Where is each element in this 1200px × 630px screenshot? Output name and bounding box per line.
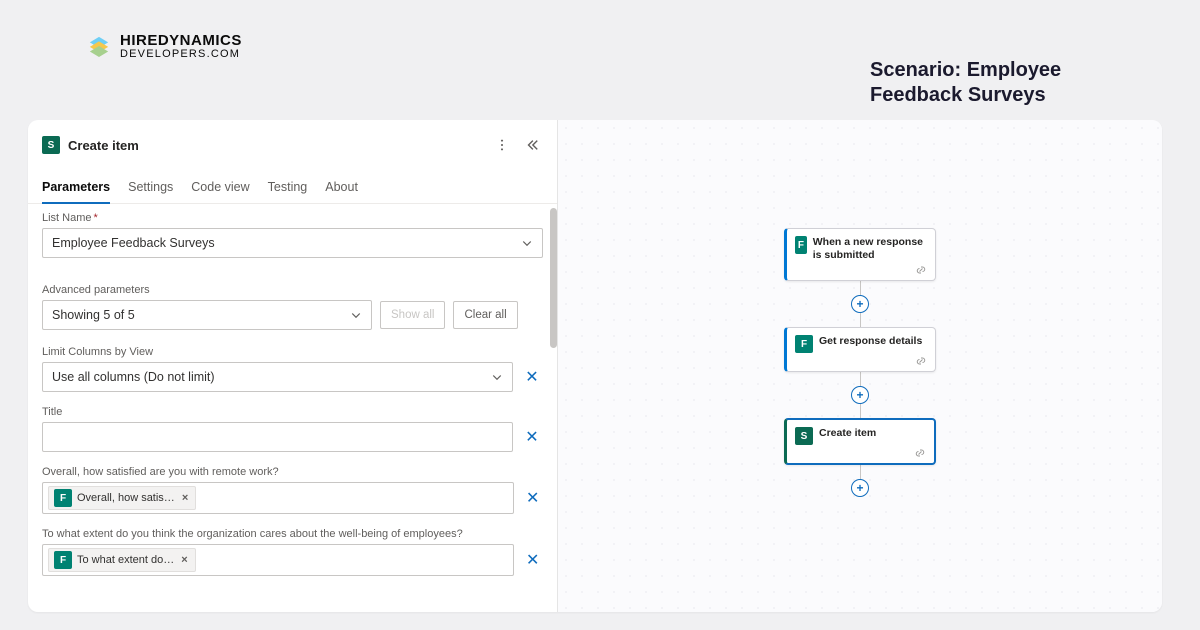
forms-icon: F [795, 335, 813, 353]
flow-connector [860, 404, 861, 418]
tab-testing[interactable]: Testing [268, 174, 308, 203]
chevron-down-icon [491, 371, 503, 383]
q2-label: To what extent do you think the organiza… [42, 528, 543, 540]
app-surface: S Create item Parameters Settings Code v… [28, 120, 1162, 612]
advanced-params-value: Showing 5 of 5 [52, 308, 135, 322]
add-step-button[interactable]: + [851, 295, 869, 313]
flow-node-trigger[interactable]: F When a new response is submitted [784, 228, 936, 281]
tab-settings[interactable]: Settings [128, 174, 173, 203]
panel-header: S Create item [28, 120, 557, 166]
collapse-panel-button[interactable] [521, 134, 543, 156]
list-name-value: Employee Feedback Surveys [52, 236, 215, 250]
flow-node-get-response-title: Get response details [819, 335, 922, 348]
forms-icon: F [54, 489, 72, 507]
brand-logo-icon [88, 35, 110, 57]
flow-connector [860, 313, 861, 327]
more-menu-button[interactable] [491, 134, 513, 156]
panel-body: List Name* Employee Feedback Surveys Adv… [28, 204, 557, 612]
tab-about[interactable]: About [325, 174, 358, 203]
action-config-panel: S Create item Parameters Settings Code v… [28, 120, 558, 612]
clear-q1-button[interactable]: ✕ [522, 487, 543, 509]
flow-connector [860, 372, 861, 386]
clear-title-button[interactable]: ✕ [521, 426, 543, 448]
add-step-button[interactable]: + [851, 386, 869, 404]
connection-icon [915, 264, 927, 276]
forms-icon: F [54, 551, 72, 569]
flow-connector [860, 281, 861, 295]
advanced-params-label: Advanced parameters [42, 284, 543, 296]
show-all-button[interactable]: Show all [380, 301, 445, 329]
advanced-params-select[interactable]: Showing 5 of 5 [42, 300, 372, 330]
brand: HIREDYNAMICS DEVELOPERS.COM [88, 32, 1172, 60]
clear-all-button[interactable]: Clear all [453, 301, 517, 329]
list-name-label: List Name* [42, 212, 543, 224]
tab-bar: Parameters Settings Code view Testing Ab… [28, 166, 557, 204]
flow-node-trigger-title: When a new response is submitted [813, 236, 927, 262]
clear-limit-button[interactable]: ✕ [521, 366, 543, 388]
scrollbar-thumb[interactable] [550, 208, 557, 348]
q2-token[interactable]: F To what extent do… × [48, 548, 196, 572]
title-label: Title [42, 406, 543, 418]
clear-q2-button[interactable]: ✕ [522, 549, 543, 571]
sharepoint-icon: S [42, 136, 60, 154]
q1-token-remove[interactable]: × [180, 492, 190, 504]
brand-line1: HIREDYNAMICS [120, 32, 242, 49]
flow-node-create-item[interactable]: S Create item [784, 418, 936, 465]
q1-token[interactable]: F Overall, how satis… × [48, 486, 196, 510]
forms-icon: F [795, 236, 807, 254]
chevron-down-icon [521, 237, 533, 249]
q1-input[interactable]: F Overall, how satis… × [42, 482, 514, 514]
chevron-down-icon [350, 309, 362, 321]
q2-input[interactable]: F To what extent do… × [42, 544, 514, 576]
tab-parameters[interactable]: Parameters [42, 174, 110, 204]
connection-icon [915, 355, 927, 367]
sharepoint-icon: S [795, 427, 813, 445]
limit-columns-label: Limit Columns by View [42, 346, 543, 358]
panel-title: Create item [68, 138, 483, 153]
title-input[interactable] [42, 422, 513, 452]
tab-codeview[interactable]: Code view [191, 174, 249, 203]
add-step-button[interactable]: + [851, 479, 869, 497]
q2-token-text: To what extent do… [77, 554, 174, 566]
list-name-select[interactable]: Employee Feedback Surveys [42, 228, 543, 258]
q1-label: Overall, how satisfied are you with remo… [42, 466, 543, 478]
connection-icon [914, 447, 926, 459]
limit-columns-value: Use all columns (Do not limit) [52, 370, 215, 384]
required-marker: * [94, 212, 98, 224]
q1-token-text: Overall, how satis… [77, 492, 175, 504]
flow-node-create-item-title: Create item [819, 427, 876, 440]
q2-token-remove[interactable]: × [179, 554, 189, 566]
flow-node-get-response[interactable]: F Get response details [784, 327, 936, 372]
brand-line2: DEVELOPERS.COM [120, 48, 242, 60]
scenario-title: Scenario: Employee Feedback Surveys [870, 58, 1130, 108]
flow-column: F When a new response is submitted + F G… [784, 228, 936, 497]
flow-canvas[interactable]: F When a new response is submitted + F G… [558, 120, 1162, 612]
limit-columns-select[interactable]: Use all columns (Do not limit) [42, 362, 513, 392]
flow-connector [860, 465, 861, 479]
